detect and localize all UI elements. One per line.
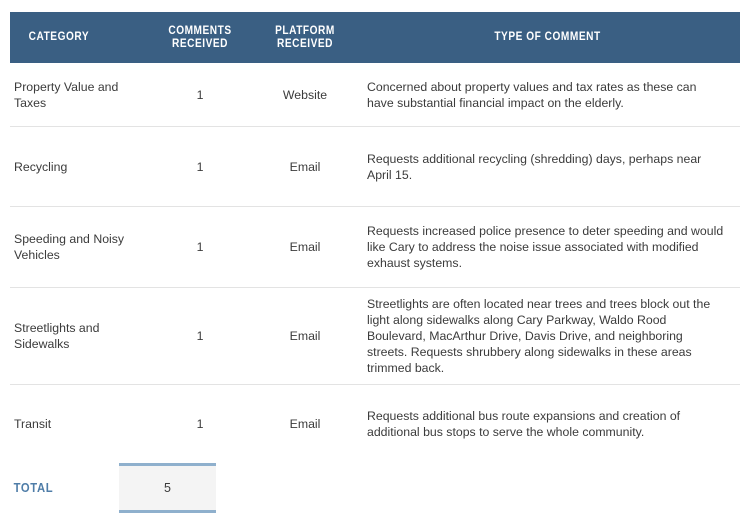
cell-comments-received: 1 — [196, 159, 204, 174]
table-header-row: CATEGORY COMMENTS RECEIVED PLATFORM RECE… — [10, 12, 740, 63]
table-row: Recycling 1 Email Requests additional re… — [10, 127, 740, 207]
cell-platform-received: Email — [289, 329, 321, 343]
cell-category: Transit — [14, 416, 52, 431]
table-row: Transit 1 Email Requests additional bus … — [10, 385, 740, 462]
cell-comments-received: 1 — [196, 416, 204, 431]
cell-type-of-comment: Streetlights are often located near tree… — [367, 297, 711, 375]
table-row: Streetlights and Sidewalks 1 Email Stree… — [10, 288, 740, 385]
cell-comments-received: 1 — [196, 329, 204, 343]
cell-category: Streetlights and Sidewalks — [14, 321, 100, 351]
column-header-platform-received-line1: PLATFORM — [275, 24, 335, 37]
column-header-platform-received-line2: RECEIVED — [277, 37, 333, 50]
table-total-row: TOTAL 5 — [10, 462, 740, 514]
cell-comments-received: 1 — [196, 240, 204, 254]
total-label: TOTAL — [13, 481, 54, 495]
column-header-type-of-comment: TYPE OF COMMENT — [494, 31, 601, 43]
total-value-box: 5 — [119, 463, 216, 513]
cell-platform-received: Email — [289, 240, 321, 254]
column-header-comments-received-line2: RECEIVED — [172, 37, 228, 50]
comments-summary-table: CATEGORY COMMENTS RECEIVED PLATFORM RECE… — [0, 0, 750, 520]
table-row: Speeding and Noisy Vehicles 1 Email Requ… — [10, 207, 740, 288]
cell-type-of-comment: Requests additional bus route expansions… — [367, 408, 681, 439]
cell-type-of-comment: Requests additional recycling (shredding… — [367, 151, 702, 182]
cell-type-of-comment: Requests increased police presence to de… — [367, 224, 724, 270]
cell-category: Speeding and Noisy Vehicles — [14, 232, 125, 262]
cell-type-of-comment: Concerned about property values and tax … — [367, 79, 697, 110]
column-header-category: CATEGORY — [28, 31, 90, 43]
column-header-comments-received-line1: COMMENTS — [168, 24, 232, 37]
cell-category: Recycling — [14, 159, 68, 174]
column-header-comments-received: COMMENTS RECEIVED — [152, 25, 249, 51]
cell-platform-received: Email — [289, 159, 321, 174]
column-header-platform-received: PLATFORM RECEIVED — [261, 25, 349, 51]
cell-comments-received: 1 — [196, 87, 204, 102]
cell-category: Property Value and Taxes — [14, 79, 119, 110]
table-row: Property Value and Taxes 1 Website Conce… — [10, 63, 740, 127]
cell-platform-received: Website — [282, 87, 328, 102]
cell-platform-received: Email — [289, 416, 321, 431]
